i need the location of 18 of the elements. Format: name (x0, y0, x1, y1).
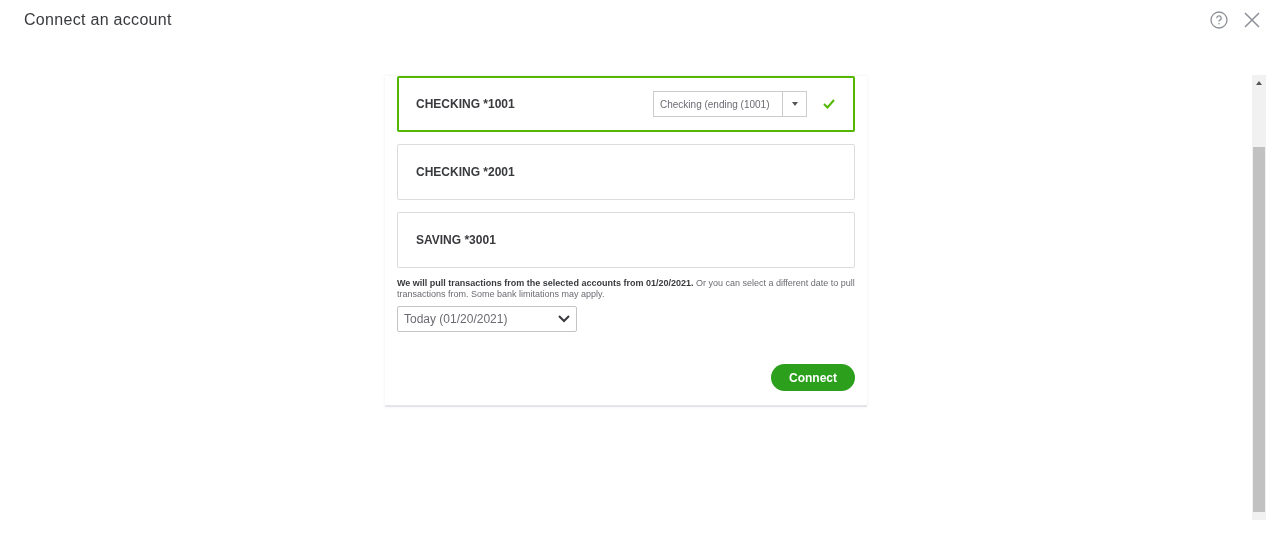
account-name: CHECKING *2001 (416, 164, 515, 181)
chevron-icon (558, 315, 570, 323)
help-icon[interactable] (1210, 11, 1228, 29)
account-name: SAVING *3001 (416, 232, 496, 249)
account-row[interactable]: CHECKING *1001 Checking (ending (1001) (397, 76, 855, 132)
scrollbar[interactable] (1252, 75, 1266, 520)
check-icon (823, 99, 835, 109)
account-row[interactable]: SAVING *3001 (397, 212, 855, 268)
close-icon[interactable] (1244, 12, 1260, 28)
scrollbar-thumb[interactable] (1253, 147, 1265, 512)
account-row[interactable]: CHECKING *2001 (397, 144, 855, 200)
caret-icon (791, 102, 798, 106)
scroll-up-icon[interactable] (1256, 81, 1262, 85)
account-name: CHECKING *1001 (416, 96, 515, 113)
window-title: Connect an account (24, 10, 172, 30)
account-type-select[interactable]: Checking (ending (1001) (653, 91, 807, 117)
info-text: We will pull transactions from the selected accounts from 01/20/2021. Or you can select a different date to pull transactions from. Some bank limitations may apply. (397, 278, 855, 300)
date-select[interactable]: Today (01/20/2021) (397, 306, 577, 332)
